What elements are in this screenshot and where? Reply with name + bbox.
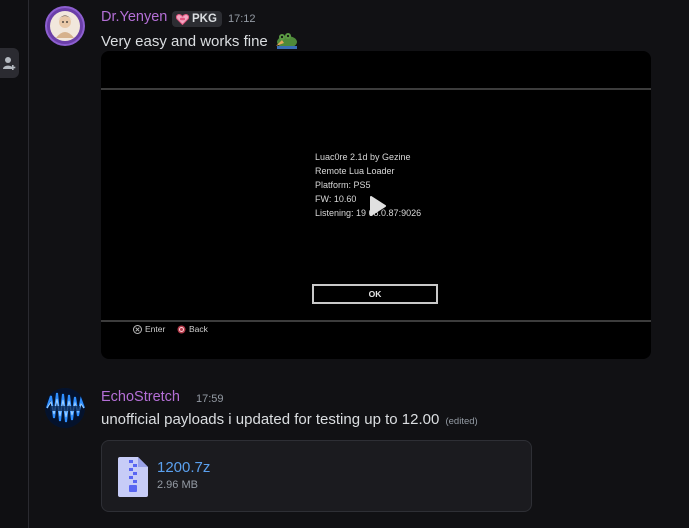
left-sidebar-edge [0,0,29,528]
message-text: Very easy and works fine [101,31,298,50]
file-attachment: 1200.7z 2.96 MB [101,440,532,512]
avatar-image [50,11,80,41]
message-timestamp[interactable]: 17:12 [228,13,256,25]
author-name[interactable]: EchoStretch [101,389,180,405]
divider-top [101,88,651,90]
enter-label: Enter [145,324,166,334]
avatar[interactable] [45,6,85,46]
circle-button-icon [177,325,186,333]
back-label: Back [189,324,208,334]
video-line-1: Luac0re 2.1d by Gezine [315,152,411,162]
add-user-icon [3,57,16,70]
back-hint: Back [177,324,208,334]
avatar-image [45,388,85,428]
divider-bottom [101,320,651,322]
attachment-size: 2.96 MB [157,479,198,491]
message-timestamp[interactable]: 17:59 [196,393,224,405]
attachment-filename[interactable]: 1200.7z [157,459,210,476]
frog-thumbsup-emoji[interactable] [274,31,298,49]
edited-label: (edited) [445,416,478,427]
video-line-3: Platform: PS5 [315,180,371,190]
heart-icon [176,13,189,25]
video-line-4: FW: 10.60 [315,194,357,204]
add-member-button[interactable] [0,48,19,78]
video-line-2: Remote Lua Loader [315,166,395,176]
enter-hint: Enter [133,324,165,334]
avatar[interactable] [45,388,85,428]
message-body: unofficial payloads i updated for testin… [101,411,440,428]
play-icon[interactable] [368,195,388,217]
cross-button-icon [133,324,142,334]
ok-button: OK [312,284,438,304]
author-name[interactable]: Dr.Yenyen [101,9,167,25]
message-body: Very easy and works fine [101,33,268,50]
message-text: unofficial payloads i updated for testin… [101,411,478,428]
zip-file-icon [118,457,148,497]
server-tag-badge[interactable]: PKG [172,11,222,27]
video-embed[interactable]: Luac0re 2.1d by Gezine Remote Lua Loader… [101,51,651,359]
badge-label: PKG [192,13,217,25]
